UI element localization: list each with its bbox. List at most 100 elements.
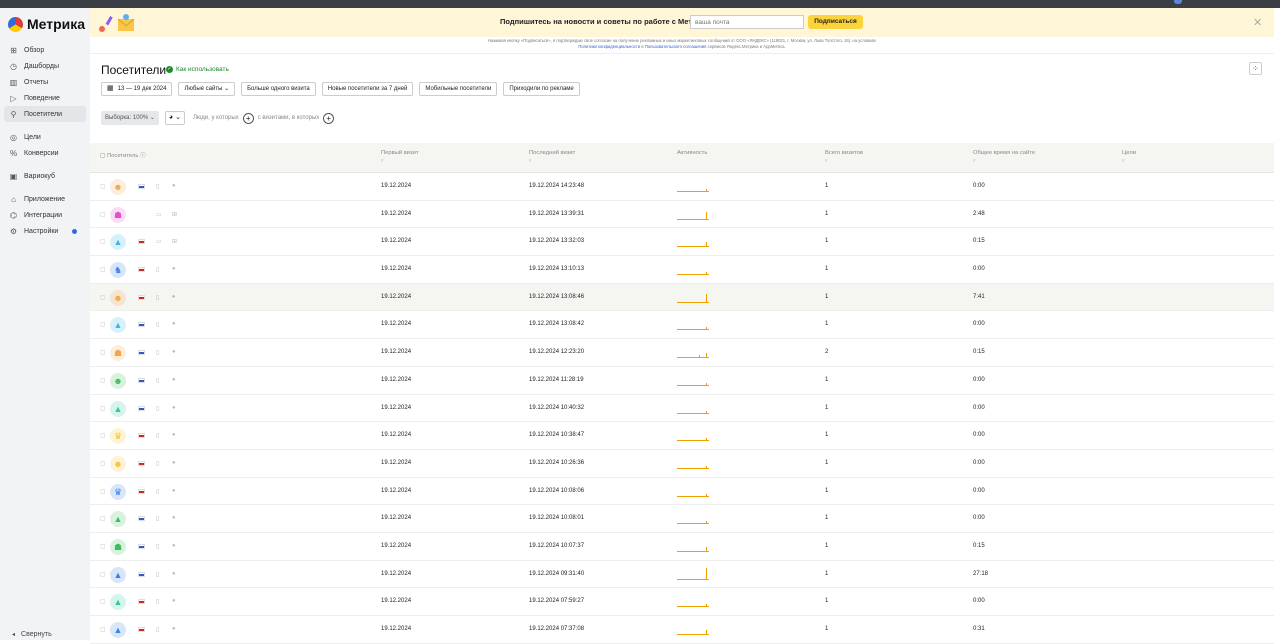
avatar[interactable]: ▲ [110, 594, 126, 611]
table-row[interactable]: ▢ ☻ ▯ ● 19.12.2024 19.12.2024 14:23:48 1 0:00 [90, 173, 1274, 201]
comment-icon[interactable]: ▢ [100, 515, 106, 522]
comment-icon[interactable]: ▢ [100, 349, 106, 356]
export-icon[interactable]: ⁘ [1249, 62, 1262, 75]
filter-icon[interactable]: ▿ [973, 158, 1035, 164]
sidebar-item[interactable]: ⌬ Интеграции [0, 207, 90, 223]
chevron-down-icon: ⌄ [149, 115, 155, 121]
comment-icon[interactable]: ▢ [100, 377, 106, 384]
comment-icon[interactable]: ▢ [100, 211, 106, 218]
comment-icon[interactable]: ▢ [100, 432, 106, 439]
sidebar-item[interactable]: ▣ Вариокуб [0, 168, 90, 184]
logo[interactable]: Метрика [8, 15, 85, 33]
table-row[interactable]: ▢ ☻ ▯ ● 19.12.2024 19.12.2024 10:26:36 1 0:00 [90, 450, 1274, 478]
avatar[interactable]: ▲ [110, 566, 126, 583]
add-visit-condition-button[interactable]: + [323, 112, 335, 124]
comment-icon[interactable]: ▢ [100, 238, 106, 245]
avatar[interactable]: ♞ [110, 262, 126, 279]
sample-select[interactable]: Выборка: 100% ⌄ [101, 111, 159, 125]
table-row[interactable]: ▢ ♛ ▯ ● 19.12.2024 19.12.2024 10:38:47 1 0:00 [90, 422, 1274, 450]
sidebar: Метрика ⊞ Обзор ◷ Дашборды ▥ Отчеты ▷ Поведение… [0, 8, 90, 640]
date-picker[interactable]: ▦ 13 — 19 дек 2024 [101, 82, 173, 96]
avatar[interactable]: ♛ [110, 428, 126, 445]
privacy-link[interactable]: Политики конфиденциальности [578, 44, 640, 49]
filter-any-sites[interactable]: Любые сайты ⌄ [178, 82, 236, 96]
sidebar-item[interactable]: ▷ Поведение [0, 90, 90, 106]
column-first-visit[interactable]: Первый визит ▿ [381, 150, 419, 164]
table-row[interactable]: ▢ ☗ ▯ ● 19.12.2024 19.12.2024 12:23:20 2 0:15 [90, 339, 1274, 367]
avatar[interactable]: ♛ [110, 483, 126, 500]
sidebar-item[interactable]: ⚲ Посетители [4, 106, 86, 122]
table-row[interactable]: ▢ ♛ ▯ ● 19.12.2024 19.12.2024 10:08:06 1 0:00 [90, 478, 1274, 506]
close-icon[interactable]: ✕ [1253, 16, 1262, 29]
filter-new-visitors[interactable]: Новые посетители за 7 дней [321, 82, 414, 96]
total-time-value: 27:18 [973, 570, 989, 577]
filter-more-visits[interactable]: Больше одного визита [241, 82, 316, 96]
avatar[interactable]: ☻ [110, 289, 126, 306]
avatar[interactable]: ▲ [110, 317, 126, 334]
email-input[interactable] [690, 15, 804, 29]
filter-icon[interactable]: ▿ [825, 158, 863, 164]
comment-icon[interactable]: ▢ [100, 266, 106, 273]
column-total-time[interactable]: Общее время на сайте ▿ [973, 150, 1035, 164]
howto-link[interactable]: ✓ Как использовать [166, 66, 229, 73]
table-row[interactable]: ▢ ☻ ▯ ● 19.12.2024 19.12.2024 11:28:19 1 0:00 [90, 367, 1274, 395]
russia-flag-icon [138, 488, 145, 494]
pie-chart-toggle[interactable]: ◕ ⌄ [164, 111, 185, 125]
subscribe-button[interactable]: Подписаться [808, 15, 863, 29]
sidebar-item[interactable]: ◷ Дашборды [0, 58, 90, 74]
table-row[interactable]: ▢ ☗ ▭ ⊞ 19.12.2024 19.12.2024 13:39:31 1 2:48 [90, 201, 1274, 229]
comment-icon[interactable]: ▢ [100, 460, 106, 467]
filter-icon[interactable]: ▿ [529, 158, 575, 164]
russia-flag-icon [138, 571, 145, 577]
avatar[interactable]: ☗ [110, 206, 126, 223]
table-row[interactable]: ▢ ▲ ▯ ● 19.12.2024 19.12.2024 10:08:01 1 0:00 [90, 505, 1274, 533]
table-row[interactable]: ▢ ▲ ▯ ● 19.12.2024 19.12.2024 09:31:40 1 27:18 [90, 561, 1274, 589]
filter-icon[interactable]: ▿ [381, 158, 419, 164]
comment-icon[interactable]: ▢ [100, 488, 106, 495]
avatar[interactable]: ▲ [110, 234, 126, 251]
table-row[interactable]: ▢ ▲ ▯ ● 19.12.2024 19.12.2024 10:40:32 1 0:00 [90, 395, 1274, 423]
column-goals[interactable]: Цели ▿ [1122, 150, 1136, 164]
comment-icon[interactable]: ▢ [100, 321, 106, 328]
comment-icon[interactable]: ▢ [100, 294, 106, 301]
table-row[interactable]: ▢ ☻ ▯ ♠ 19.12.2024 19.12.2024 13:08:46 1 7:41 [90, 283, 1274, 312]
comment-icon[interactable]: ▢ [100, 543, 106, 550]
comment-icon[interactable]: ▢ [100, 626, 106, 633]
sidebar-item[interactable]: % Конверсии [0, 145, 90, 161]
add-people-condition-button[interactable]: + [242, 112, 254, 124]
column-activity[interactable]: Активность [677, 150, 707, 156]
table-row[interactable]: ▢ ☗ ▯ ● 19.12.2024 19.12.2024 10:07:37 1 0:15 [90, 533, 1274, 561]
comment-icon[interactable]: ▢ [100, 183, 106, 190]
comment-icon[interactable]: ▢ [100, 405, 106, 412]
gear-icon: ⚙ [9, 226, 18, 236]
table-row[interactable]: ▢ ▲ ▯ ● 19.12.2024 19.12.2024 07:59:27 1 0:00 [90, 588, 1274, 616]
sidebar-item[interactable]: ⌂ Приложение [0, 191, 90, 207]
comment-icon[interactable]: ▢ [100, 571, 106, 578]
avatar[interactable]: ☻ [110, 179, 126, 195]
sidebar-item[interactable]: ◎ Цели [0, 129, 90, 145]
avatar[interactable]: ▲ [110, 400, 126, 417]
avatar[interactable]: ☗ [110, 345, 126, 362]
column-visitor[interactable]: ▢ Посетитель ⓘ [100, 150, 146, 159]
table-row[interactable]: ▢ ▲ ▭ ⊞ 19.12.2024 19.12.2024 13:32:03 1 0:15 [90, 228, 1274, 257]
column-last-visit[interactable]: Последний визит ▿ [529, 150, 575, 164]
terms-link[interactable]: Пользовательского соглашения [645, 44, 707, 49]
filter-mobile[interactable]: Мобильные посетители [419, 82, 498, 96]
collapse-button[interactable]: ◂ Свернуть [12, 631, 52, 638]
table-row[interactable]: ▢ ♞ ▯ ● 19.12.2024 19.12.2024 13:10:13 1 0:00 [90, 256, 1274, 284]
sidebar-item[interactable]: ⚙ Настройки [0, 223, 90, 239]
avatar[interactable]: ☗ [110, 538, 126, 555]
comment-icon[interactable]: ▢ [100, 598, 106, 605]
sidebar-item[interactable]: ⊞ Обзор [0, 42, 90, 58]
filter-ads[interactable]: Приходили по рекламе [503, 82, 580, 96]
column-total-visits[interactable]: Всего визитов ▿ [825, 150, 863, 164]
table-row[interactable]: ▢ ▲ ▯ ● 19.12.2024 19.12.2024 13:08:42 1 0:00 [90, 311, 1274, 340]
sidebar-item[interactable]: ▥ Отчеты [0, 74, 90, 90]
filter-icon[interactable]: ▿ [1122, 158, 1136, 164]
avatar[interactable]: ☻ [110, 455, 126, 472]
avatar[interactable]: ▲ [110, 511, 126, 528]
avatar[interactable]: ☻ [110, 372, 126, 389]
comment-icon: ▢ [100, 153, 106, 159]
avatar[interactable]: ▲ [110, 622, 126, 638]
apple-icon: ● [172, 626, 176, 632]
